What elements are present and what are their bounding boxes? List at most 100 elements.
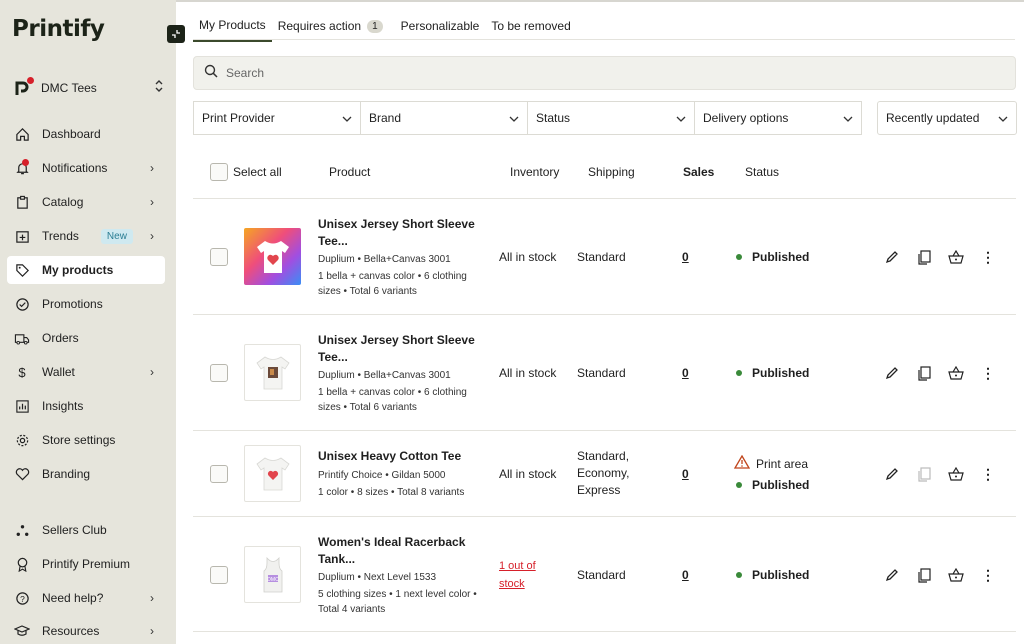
more-options-icon[interactable]: ⋮: [979, 465, 997, 483]
row-checkbox[interactable]: [210, 248, 228, 266]
duplicate-icon[interactable]: [915, 566, 933, 584]
edit-pencil-icon[interactable]: [883, 465, 901, 483]
table-row[interactable]: DMC Women's Ideal Racerback Tank... Dupl…: [193, 516, 1016, 631]
sidebar-item-label: Wallet: [42, 365, 75, 379]
sales-value[interactable]: 0: [682, 250, 689, 264]
edit-pencil-icon[interactable]: [883, 364, 901, 382]
sidebar-item-resources[interactable]: Resources ›: [7, 617, 165, 644]
product-name[interactable]: Unisex Jersey Short Sleeve Tee...: [318, 216, 483, 250]
table-row[interactable]: Unisex Jersey Short Sleeve Tee... Dupliu…: [193, 314, 1016, 430]
new-badge: New: [100, 228, 133, 244]
out-of-stock-link[interactable]: 1 out of stock: [499, 557, 551, 593]
printify-logo[interactable]: Printify: [12, 16, 105, 42]
store-switcher[interactable]: DMC Tees: [14, 77, 164, 98]
product-provider: Duplium • Next Level 1533: [318, 572, 437, 583]
sidebar-item-need-help[interactable]: ? Need help? ›: [7, 584, 165, 612]
tab-my-products[interactable]: My Products: [193, 10, 272, 42]
home-icon: [14, 126, 30, 142]
sidebar-item-printify-premium[interactable]: Printify Premium: [7, 550, 165, 578]
sales-value[interactable]: 0: [682, 366, 689, 380]
sidebar-item-insights[interactable]: Insights: [7, 392, 165, 420]
sidebar-item-label: Dashboard: [42, 127, 101, 141]
row-checkbox[interactable]: [210, 566, 228, 584]
svg-text:?: ?: [20, 593, 25, 603]
updown-chevron-icon: [154, 79, 164, 98]
status-filter[interactable]: Status: [527, 101, 695, 135]
select-all-checkbox[interactable]: [210, 163, 228, 181]
chevron-down-icon: [509, 111, 519, 125]
basket-icon[interactable]: [947, 465, 965, 483]
tab-to-be-removed[interactable]: To be removed: [485, 10, 576, 42]
sidebar-item-wallet[interactable]: $ Wallet ›: [7, 358, 165, 386]
row-actions: ⋮: [883, 566, 997, 584]
print-provider-filter[interactable]: Print Provider: [193, 101, 361, 135]
table-header: Select all Product Inventory Shipping Sa…: [193, 160, 1016, 184]
more-options-icon[interactable]: ⋮: [979, 248, 997, 266]
sidebar-item-promotions[interactable]: Promotions: [7, 290, 165, 318]
chevron-right-icon: ›: [150, 591, 154, 605]
sales-value[interactable]: 0: [682, 568, 689, 582]
edit-pencil-icon[interactable]: [883, 566, 901, 584]
chevron-down-icon: [676, 111, 686, 125]
basket-icon[interactable]: [947, 566, 965, 584]
collapse-sidebar-button[interactable]: [167, 25, 185, 43]
sidebar-item-label: My products: [42, 263, 114, 277]
product-details: 1 color • 8 sizes • Total 8 variants: [318, 487, 465, 498]
svg-text:DMC: DMC: [267, 577, 279, 583]
duplicate-icon[interactable]: [915, 364, 933, 382]
sidebar-item-orders[interactable]: Orders: [7, 324, 165, 352]
sidebar-item-dashboard[interactable]: Dashboard: [7, 120, 165, 148]
product-thumbnail[interactable]: [244, 228, 301, 285]
sort-select[interactable]: Recently updated: [877, 101, 1017, 135]
sidebar-item-catalog[interactable]: Catalog ›: [7, 188, 165, 216]
help-icon: ?: [14, 590, 30, 606]
product-name[interactable]: Women's Ideal Racerback Tank...: [318, 534, 483, 568]
more-options-icon[interactable]: ⋮: [979, 364, 997, 382]
sidebar-item-store-settings[interactable]: Store settings: [7, 426, 165, 454]
chevron-right-icon: ›: [150, 195, 154, 209]
search-icon: [204, 64, 218, 83]
heart-icon: [14, 466, 30, 482]
sidebar-item-label: Printify Premium: [42, 557, 131, 571]
product-thumbnail[interactable]: [244, 344, 301, 401]
brand-filter[interactable]: Brand: [360, 101, 528, 135]
sidebar-item-sellers-club[interactable]: Sellers Club: [7, 516, 165, 544]
product-tabs: My Products Requires action 1 Personaliza…: [193, 10, 577, 42]
sales-value[interactable]: 0: [682, 467, 689, 481]
sales-column-header[interactable]: Sales: [683, 165, 714, 179]
print-area-warning[interactable]: Print area: [733, 454, 808, 472]
sidebar-item-branding[interactable]: Branding: [7, 460, 165, 488]
product-thumbnail[interactable]: DMC: [244, 546, 301, 603]
sidebar-item-my-products[interactable]: My products: [7, 256, 165, 284]
table-row[interactable]: Unisex Jersey Short Sleeve Tee... Dupliu…: [193, 198, 1016, 314]
search-bar: [193, 56, 1016, 90]
row-checkbox[interactable]: [210, 465, 228, 483]
inventory-value: All in stock: [499, 467, 557, 481]
table-row[interactable]: Unisex Heavy Cotton Tee Printify Choice …: [193, 430, 1016, 516]
tab-personalizable[interactable]: Personalizable: [395, 10, 486, 42]
tab-requires-action[interactable]: Requires action 1: [272, 10, 389, 42]
basket-icon[interactable]: [947, 248, 965, 266]
premium-icon: [14, 556, 30, 572]
product-thumbnail[interactable]: [244, 445, 301, 502]
sidebar-item-notifications[interactable]: Notifications ›: [7, 154, 165, 182]
sidebar-item-label: Catalog: [42, 195, 84, 209]
search-input[interactable]: [226, 66, 926, 80]
row-actions: ⋮: [883, 465, 997, 483]
product-name[interactable]: Unisex Heavy Cotton Tee: [318, 448, 483, 465]
more-options-icon[interactable]: ⋮: [979, 566, 997, 584]
product-details: 5 clothing sizes • 1 next level color • …: [318, 589, 477, 615]
edit-pencil-icon[interactable]: [883, 248, 901, 266]
basket-icon[interactable]: [947, 364, 965, 382]
sidebar-item-trends[interactable]: Trends New ›: [7, 222, 165, 250]
store-name: DMC Tees: [41, 81, 97, 95]
row-actions: ⋮: [883, 364, 997, 382]
product-name[interactable]: Unisex Jersey Short Sleeve Tee...: [318, 332, 483, 366]
main-content: My Products Requires action 1 Personaliza…: [176, 0, 1024, 644]
delivery-options-filter[interactable]: Delivery options: [694, 101, 862, 135]
row-checkbox[interactable]: [210, 364, 228, 382]
duplicate-icon[interactable]: [915, 248, 933, 266]
row-actions: ⋮: [883, 248, 997, 266]
product-provider: Duplium • Bella+Canvas 3001: [318, 370, 451, 381]
dollar-icon: $: [18, 364, 26, 380]
